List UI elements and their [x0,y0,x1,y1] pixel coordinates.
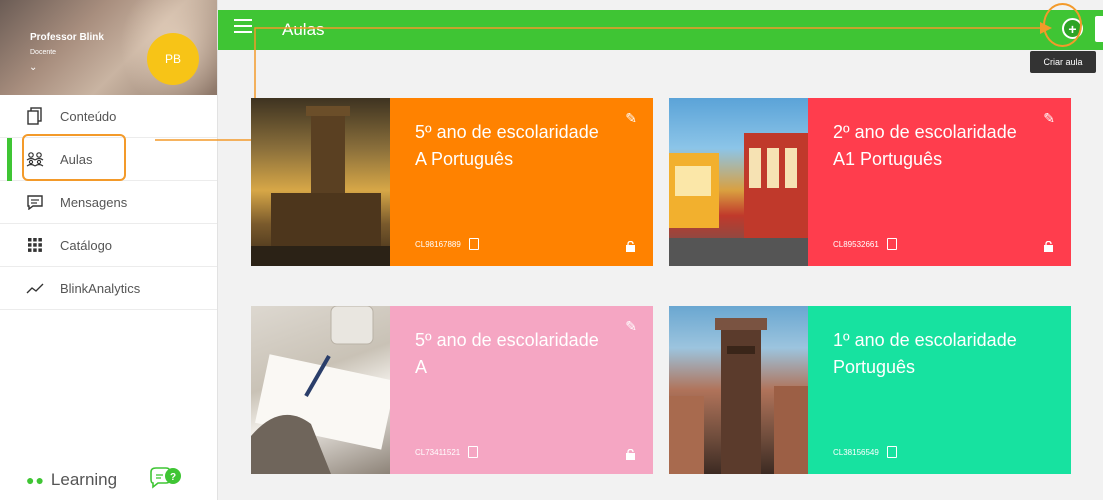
sidebar-item-catalogo[interactable]: Catálogo [0,224,217,267]
message-icon [26,193,44,211]
class-card-title: 5º ano de escolaridade A [415,327,635,381]
help-chat-icon[interactable]: ? [148,466,182,492]
class-code-text: CL89532661 [833,239,879,249]
class-title-line: 5º ano de escolaridade [415,330,599,350]
sidebar-item-label: Catálogo [60,237,113,253]
class-card-body: 1º ano de escolaridade Português CL38156… [808,306,1071,474]
app: Professor Blink Docente ⌄ PB Conteúdo Au… [0,0,1103,500]
class-card-image [251,98,390,266]
lock-icon[interactable] [626,449,635,460]
class-card-body: 5º ano de escolaridade A Português ✎ CL9… [390,98,653,266]
edit-icon[interactable]: ✎ [625,318,637,335]
brand-logo: ●● Learning [26,470,117,490]
class-code: CL89532661 [833,238,897,250]
class-code: CL73411521 [415,446,479,458]
chevron-down-icon[interactable]: ⌄ [29,62,37,73]
class-title-line: 5º ano de escolaridade [415,122,599,142]
class-card[interactable]: 2º ano de escolaridade A1 Português ✎ CL… [669,98,1071,266]
class-title-line: 2º ano de escolaridade [833,122,1017,142]
class-code-text: CL38156549 [833,447,879,457]
add-button-highlight-annotation [1043,3,1082,47]
class-card[interactable]: 5º ano de escolaridade A ✎ CL73411521 [251,306,653,474]
grid-icon [26,236,44,254]
class-subtitle-line: A1 Português [833,149,943,169]
class-subtitle-line: A Português [415,149,514,169]
class-card-image [251,306,396,474]
sidebar: Professor Blink Docente ⌄ PB Conteúdo Au… [0,0,218,500]
copy-icon[interactable] [886,238,897,250]
class-subtitle-line: A [415,357,428,377]
aulas-highlight-annotation [22,134,126,181]
profile-header[interactable]: Professor Blink Docente ⌄ PB [0,0,217,95]
profile-role: Docente [30,49,57,56]
class-card-title: 2º ano de escolaridade A1 Português [833,119,1053,173]
copy-icon [26,107,44,125]
sidebar-nav: Conteúdo Aulas Mensagens Catálogo BlinkA… [0,95,217,310]
class-card-image [669,98,808,266]
copy-icon[interactable] [468,238,479,250]
class-card-body: 2º ano de escolaridade A1 Português ✎ CL… [808,98,1071,266]
class-card-title: 5º ano de escolaridade A Português [415,119,635,173]
tooltip: Criar aula [1030,51,1096,73]
class-card-image [669,306,808,474]
class-card[interactable]: 1º ano de escolaridade Português CL38156… [669,306,1071,474]
brand-label: Learning [50,470,118,489]
class-code: CL98167889 [415,238,479,250]
sidebar-item-label: BlinkAnalytics [60,280,141,296]
class-card-body: 5º ano de escolaridade A ✎ CL73411521 [390,306,653,474]
copy-icon[interactable] [886,446,897,458]
top-bar: Aulas + [218,3,1103,50]
avatar[interactable]: PB [147,33,199,85]
sidebar-item-blinkanalytics[interactable]: BlinkAnalytics [0,267,217,310]
class-card[interactable]: 5º ano de escolaridade A Português ✎ CL9… [251,98,653,266]
class-card-title: 1º ano de escolaridade Português [833,327,1053,381]
lock-icon[interactable] [1044,241,1053,252]
svg-text:?: ? [170,472,176,483]
lock-icon[interactable] [626,241,635,252]
menu-icon[interactable] [234,19,252,33]
sidebar-item-label: Conteúdo [60,108,117,124]
class-title-line: 1º ano de escolaridade [833,330,1017,350]
class-code-text: CL98167889 [415,239,461,249]
brand-dots: ●● [26,472,45,488]
page-title: Aulas [282,20,325,39]
class-subtitle-line: Português [833,357,916,377]
trend-icon [26,279,44,297]
profile-name: Professor Blink [30,32,104,43]
class-code-text: CL73411521 [415,447,461,457]
sidebar-item-conteudo[interactable]: Conteúdo [0,95,217,138]
sidebar-item-label: Mensagens [60,194,128,210]
edit-icon[interactable]: ✎ [1043,110,1055,127]
trash-icon[interactable] [1095,16,1103,42]
copy-icon[interactable] [468,446,479,458]
sidebar-item-mensagens[interactable]: Mensagens [0,181,217,224]
edit-icon[interactable]: ✎ [625,110,637,127]
class-code: CL38156549 [833,446,897,458]
